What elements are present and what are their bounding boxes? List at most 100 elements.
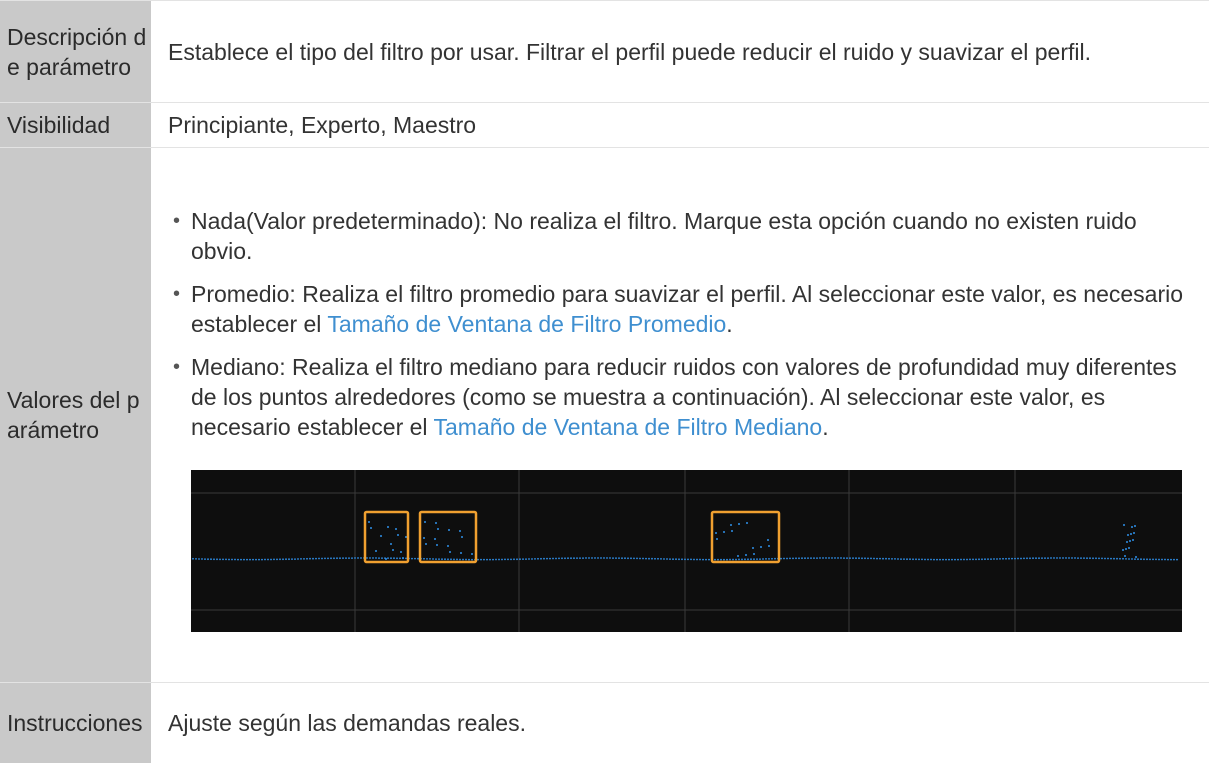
profile-point [876,557,878,560]
profile-point [597,557,599,559]
profile-point [450,558,452,561]
profile-point [432,558,434,560]
profile-point [822,557,824,559]
profile-point [1119,557,1121,560]
profile-point [486,558,488,561]
profile-point [441,558,443,561]
profile-point [837,557,839,559]
profile-point [1104,557,1106,560]
profile-point [657,557,659,560]
profile-point [897,558,899,560]
profile-point [588,557,590,559]
profile-point [735,558,737,561]
noise-point [423,537,425,539]
profile-point [429,558,431,560]
grid-lines [191,470,1182,632]
row-instructions: Instrucciones Ajuste según las demandas … [0,682,1209,763]
noise-point [370,527,372,529]
profile-point [627,557,629,560]
profile-point [915,558,917,561]
noise-point [390,543,392,545]
profile-point [576,557,578,559]
profile-point [498,558,500,561]
profile-point [225,558,227,561]
profile-point [891,558,893,560]
profile-point [1164,558,1166,561]
profile-point [966,558,968,561]
profile-point [903,558,905,560]
profile-point [261,558,263,561]
profile-point [783,557,785,560]
profile-point [1014,557,1016,560]
noise-point [402,557,404,559]
profile-point [534,558,536,560]
profile-point [525,558,527,560]
profile-point [1056,557,1058,559]
profile-point [264,558,266,561]
profile-point [846,557,848,559]
profile-point [348,557,350,559]
profile-point [1125,558,1127,560]
profile-point [333,557,335,560]
profile-point [537,557,539,560]
profile-point [1086,557,1088,560]
noise-point [715,532,717,534]
profile-point [252,558,254,561]
profile-point [327,557,329,560]
profile-point [705,558,707,561]
profile-point [789,557,791,560]
noise-point [437,528,439,530]
profile-point [1176,558,1178,561]
profile-point [741,558,743,561]
profile-point [606,557,608,559]
bullet-icon: • [173,210,181,232]
profile-point [945,558,947,561]
profile-point [624,557,626,560]
noise-point [447,545,449,547]
profile-point [297,558,299,560]
profile-point [873,557,875,560]
profile-point [795,557,797,560]
profile-point [585,557,587,559]
profile-point [294,558,296,560]
profile-point [1158,558,1160,561]
profile-point [414,557,416,560]
profile-point [615,557,617,559]
profile-point [747,558,749,561]
profile-point [204,558,206,560]
profile-point [906,558,908,561]
noise-point [387,526,389,528]
profile-point [984,558,986,561]
profile-point [774,557,776,560]
profile-point [1068,557,1070,559]
link-median-filter-window[interactable]: Tamaño de Ventana de Filtro Mediano [434,414,823,440]
profile-point [864,557,866,560]
profile-point [1089,557,1091,560]
profile-point [1155,558,1157,561]
profile-point [246,558,248,561]
profile-point [975,558,977,561]
profile-point [708,558,710,561]
profile-point [243,558,245,561]
profile-point [951,558,953,561]
profile-point [738,558,740,561]
link-average-filter-window[interactable]: Tamaño de Ventana de Filtro Promedio [327,311,726,337]
noise-point [459,530,461,532]
profile-point [825,557,827,559]
profile-point [339,557,341,560]
profile-noise-image [191,470,1182,632]
profile-point [861,557,863,560]
noise-point [424,521,426,523]
profile-point [1080,557,1082,559]
profile-point [528,558,530,560]
noise-point [461,536,463,538]
profile-point [702,558,704,561]
list-item-mediano: • Mediano: Realiza el filtro mediano par… [173,352,1197,442]
profile-point [312,557,314,560]
profile-point [1083,557,1085,559]
profile-point [1128,558,1130,560]
profile-point [612,557,614,559]
profile-point [591,557,593,559]
profile-point [558,557,560,560]
profile-point [771,557,773,560]
